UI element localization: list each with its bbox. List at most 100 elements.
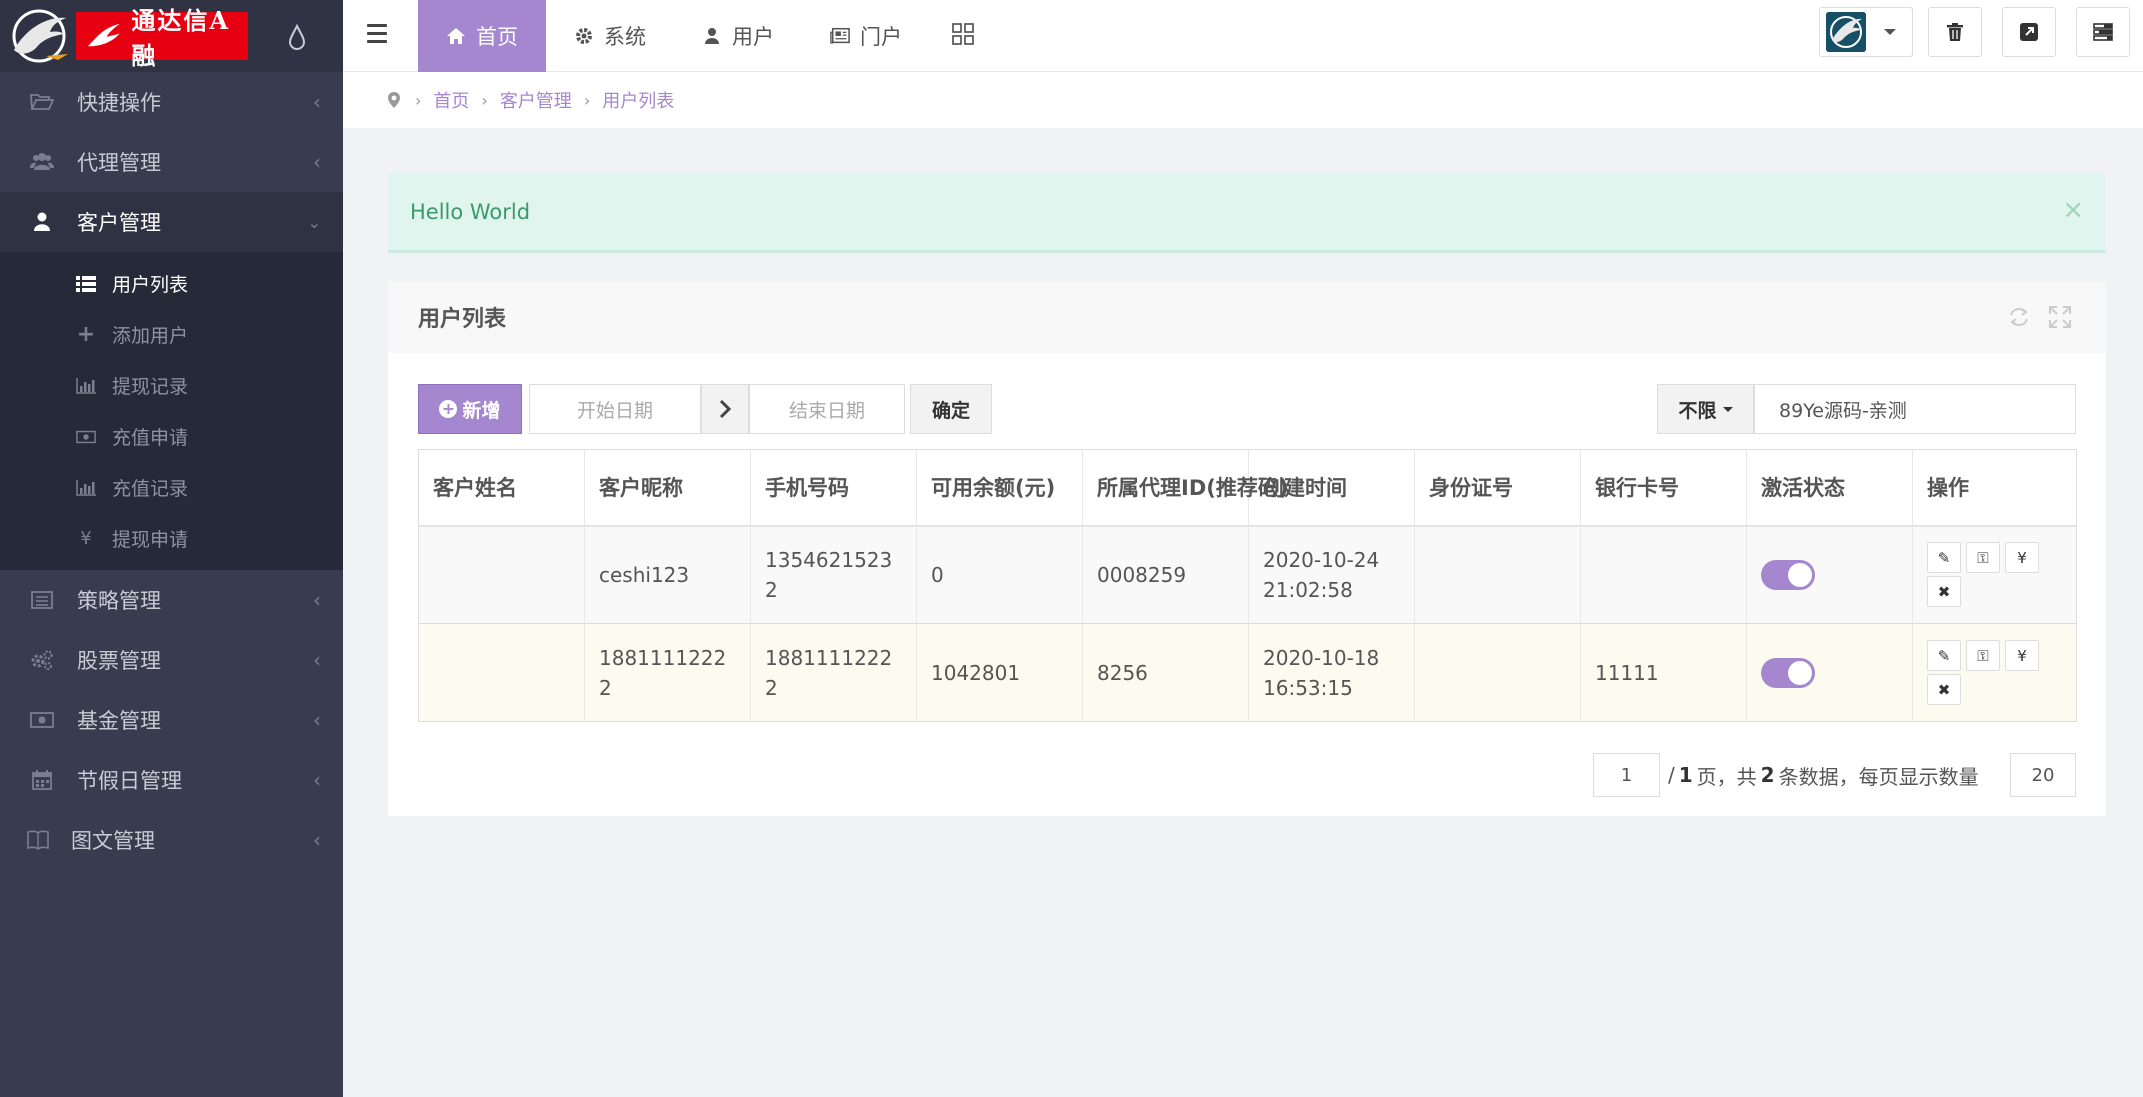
column-header: 操作 xyxy=(1912,449,2077,526)
filter-select[interactable]: 不限 xyxy=(1657,384,1754,434)
sidebar-subitem-user-list[interactable]: 用户列表 xyxy=(0,258,343,309)
column-header[interactable]: 银行卡号 xyxy=(1580,449,1747,526)
sidebar-subitem-withdraw-apply[interactable]: ¥ 提现申请 xyxy=(0,513,343,564)
sidebar-subitem-label: 用户列表 xyxy=(112,274,189,296)
sidebar: 通达信A融 快捷操作 ‹ 代理管理 ‹ 客户管理 ⌄ 用户列表 + 添加用户 提… xyxy=(0,0,343,1097)
delete-button[interactable]: ✖ xyxy=(1927,674,1961,705)
key-icon: ⚿ xyxy=(1977,548,1989,567)
tab-home[interactable]: 首页 xyxy=(418,0,546,72)
add-user-button[interactable]: + 新增 xyxy=(418,384,522,434)
delete-button[interactable]: ✖ xyxy=(1927,576,1961,608)
sidebar-subitem-label: 提现申请 xyxy=(112,529,189,551)
brand-logo: 通达信A融 xyxy=(76,6,248,70)
tab-system[interactable]: 系统 xyxy=(546,0,674,72)
page-number-input[interactable]: 1 xyxy=(1593,753,1660,797)
apps-grid-button[interactable] xyxy=(930,0,996,72)
column-header[interactable]: 可用余额(元) xyxy=(916,449,1083,526)
cell-name xyxy=(418,623,585,722)
sidebar-item-article[interactable]: 图文管理 ‹ xyxy=(0,810,343,870)
folder-open-icon xyxy=(30,90,54,114)
edit-button[interactable]: ✎ xyxy=(1927,542,1961,574)
cell-balance: 1042801 xyxy=(916,623,1083,722)
cell-phone: 13546215232 xyxy=(750,525,917,624)
breadcrumb-link-customer[interactable]: 客户管理 xyxy=(500,87,572,113)
settings-panel-button[interactable] xyxy=(2076,7,2130,57)
sidebar-item-strategy[interactable]: 策略管理 ‹ xyxy=(0,570,343,630)
breadcrumb-separator: › xyxy=(583,90,591,110)
brand-name: 通达信A融 xyxy=(131,6,231,70)
column-header[interactable]: 客户姓名 xyxy=(418,449,585,526)
table-row[interactable]: 18811112222 18811112222 1042801 8256 202… xyxy=(418,623,2077,722)
fullscreen-icon[interactable] xyxy=(2046,303,2074,331)
breadcrumb-separator: › xyxy=(415,90,422,110)
user-avatar-dropdown[interactable] xyxy=(1819,7,1913,57)
close-icon[interactable]: × xyxy=(2062,195,2084,225)
map-marker-icon xyxy=(388,92,400,108)
user-table: 客户姓名 客户昵称 手机号码 可用余额(元) 所属代理ID(推荐码) 创建时间 … xyxy=(418,449,2077,722)
column-header[interactable]: 所属代理ID(推荐码) xyxy=(1082,449,1288,526)
sidebar-subitem-label: 充值记录 xyxy=(112,478,189,500)
sidebar-item-label: 策略管理 xyxy=(77,589,161,613)
cell-phone: 18811112222 xyxy=(750,623,917,722)
avatar xyxy=(1826,12,1866,52)
sidebar-subitem-withdraw-records[interactable]: 提现记录 xyxy=(0,360,343,411)
search-input[interactable]: 89Ye源码-亲测 xyxy=(1754,384,2076,434)
start-date-input[interactable]: 开始日期 xyxy=(529,384,701,434)
activation-toggle[interactable] xyxy=(1761,559,1815,590)
money-icon xyxy=(76,427,96,447)
column-header[interactable]: 身份证号 xyxy=(1414,449,1581,526)
edit-button[interactable]: ✎ xyxy=(1927,640,1961,671)
column-header[interactable]: 创建时间 xyxy=(1248,449,1415,526)
sidebar-subitem-label: 提现记录 xyxy=(112,376,189,398)
end-date-input[interactable]: 结束日期 xyxy=(749,384,905,434)
clear-cache-button[interactable] xyxy=(1928,7,1982,57)
breadcrumb-link-home[interactable]: 首页 xyxy=(433,87,469,113)
adjust-balance-button[interactable]: ¥ xyxy=(2005,542,2039,574)
menu-toggle-icon[interactable] xyxy=(367,24,387,46)
cell-ops: ✎ ⚿ ¥ ✖ xyxy=(1912,623,2077,722)
sidebar-subitem-recharge-records[interactable]: 充值记录 xyxy=(0,462,343,513)
users-icon xyxy=(30,150,54,174)
cell-created: 2020-10-24 21:02:58 xyxy=(1248,525,1415,624)
confirm-button[interactable]: 确定 xyxy=(910,384,992,434)
sidebar-item-fund[interactable]: 基金管理 ‹ xyxy=(0,690,343,750)
newspaper-icon xyxy=(830,26,850,46)
sidebar-item-quick-ops[interactable]: 快捷操作 ‹ xyxy=(0,72,343,132)
tab-label: 用户 xyxy=(732,25,774,49)
add-user-label: 新增 xyxy=(462,399,501,422)
sidebar-item-agent[interactable]: 代理管理 ‹ xyxy=(0,132,343,192)
sidebar-item-label: 基金管理 xyxy=(77,709,161,733)
breadcrumb-separator: › xyxy=(481,90,488,110)
reset-password-button[interactable]: ⚿ xyxy=(1966,542,2000,574)
panel-header: 用户列表 xyxy=(388,281,2106,353)
pencil-icon: ✎ xyxy=(1937,646,1951,665)
activation-toggle[interactable] xyxy=(1761,657,1815,688)
refresh-icon[interactable] xyxy=(2005,303,2033,331)
theme-drop-icon[interactable] xyxy=(287,24,307,50)
sidebar-subitem-recharge-apply[interactable]: 充值申请 xyxy=(0,411,343,462)
sidebar-subitem-add-user[interactable]: + 添加用户 xyxy=(0,309,343,360)
table-row[interactable]: ceshi123 13546215232 0 0008259 2020-10-2… xyxy=(418,525,2077,624)
chevron-left-icon: ‹ xyxy=(313,708,321,732)
alert-message: Hello World xyxy=(410,199,531,224)
sidebar-item-holiday[interactable]: 节假日管理 ‹ xyxy=(0,750,343,810)
column-header[interactable]: 手机号码 xyxy=(750,449,917,526)
tab-portal[interactable]: 门户 xyxy=(802,0,930,72)
top-nav-tabs: 首页 系统 用户 门户 xyxy=(418,0,996,72)
sidebar-item-stock[interactable]: 股票管理 ‹ xyxy=(0,630,343,690)
open-site-button[interactable] xyxy=(2002,7,2056,57)
reset-password-button[interactable]: ⚿ xyxy=(1966,640,2000,671)
breadcrumb-current[interactable]: 用户列表 xyxy=(602,87,674,113)
page-size-input[interactable]: 20 xyxy=(2010,753,2076,797)
tasks-icon xyxy=(2093,23,2113,41)
cell-balance: 0 xyxy=(916,525,1083,624)
plus-icon: + xyxy=(76,322,96,347)
top-navbar: 首页 系统 用户 门户 xyxy=(343,0,2143,72)
adjust-balance-button[interactable]: ¥ xyxy=(2005,640,2039,671)
date-range-arrow xyxy=(701,384,749,434)
column-header[interactable]: 激活状态 xyxy=(1746,449,1913,526)
tab-user[interactable]: 用户 xyxy=(674,0,802,72)
sidebar-item-label: 快捷操作 xyxy=(77,91,161,115)
column-header[interactable]: 客户昵称 xyxy=(584,449,751,526)
sidebar-item-customer[interactable]: 客户管理 ⌄ xyxy=(0,192,343,252)
